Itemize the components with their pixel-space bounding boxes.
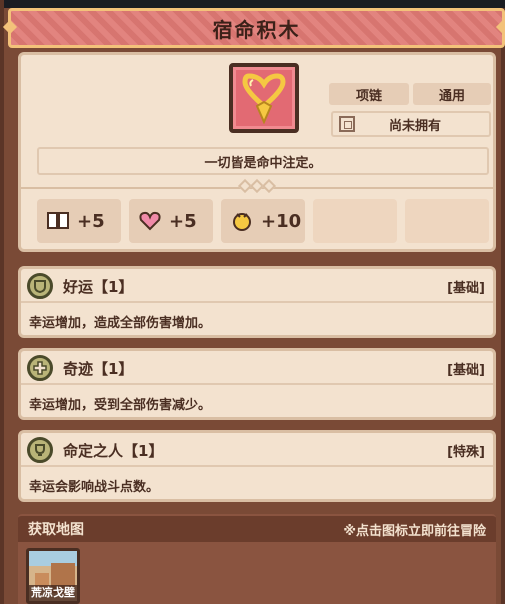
- book-icon: [47, 210, 69, 232]
- stat-value: +5: [169, 210, 197, 232]
- stat-slot-empty: [405, 199, 489, 243]
- map-hint: ※点击图标立即前往冒险: [343, 523, 486, 539]
- effect-type: [特殊]: [447, 445, 485, 460]
- effect-header: 奇迹【1】 [基础]: [21, 351, 493, 385]
- effect-header: 好运【1】 [基础]: [21, 269, 493, 303]
- item-type-tag: 项链: [329, 83, 409, 105]
- effect-header: 命定之人【1】 [特殊]: [21, 433, 493, 467]
- map-header-title: 获取地图: [28, 522, 84, 538]
- item-quote: 一切皆是命中注定。: [37, 147, 489, 175]
- effect-description: 幸运增加，受到全部伤害减少。: [29, 398, 212, 413]
- effect-name: 奇迹【1】: [63, 360, 134, 378]
- stat-value: +10: [261, 210, 302, 232]
- effect-name: 命定之人【1】: [63, 442, 164, 460]
- item-info-panel: 项链 通用 尚未拥有 一切皆是命中注定。 +5 +5 +10: [18, 52, 496, 252]
- banner-corner-left: [2, 19, 18, 35]
- map-location-desert[interactable]: 荒凉戈壁: [26, 548, 80, 604]
- effect-description: 幸运会影响战斗点数。: [29, 480, 160, 495]
- stat-slot-empty: [313, 199, 397, 243]
- stat-slot-book[interactable]: +5: [37, 199, 121, 243]
- effect-card: 命定之人【1】 [特殊] 幸运会影响战斗点数。: [18, 430, 496, 502]
- item-detail-window: 宿命积木 项链 通用 尚未拥有 一切皆是命中注定。 +5 +5 +10 好运【1…: [0, 0, 505, 604]
- golden-heart-necklace-icon: [229, 63, 299, 133]
- map-location-label: 荒凉戈壁: [29, 585, 77, 601]
- luck-shield-icon: [27, 273, 53, 299]
- effect-type: [基础]: [447, 281, 485, 296]
- owned-status-text: 尚未拥有: [389, 118, 442, 134]
- item-title: 宿命积木: [212, 17, 301, 42]
- map-list: 荒凉戈壁: [18, 542, 496, 604]
- effect-card: 好运【1】 [基础] 幸运增加，造成全部伤害增加。: [18, 266, 496, 338]
- map-section-header: 获取地图 ※点击图标立即前往冒险: [18, 514, 496, 542]
- title-banner: 宿命积木: [2, 8, 505, 48]
- clover-icon: [231, 210, 253, 232]
- banner-corner-right: [495, 19, 505, 35]
- owned-status: 尚未拥有: [331, 111, 491, 137]
- effect-type: [基础]: [447, 363, 485, 378]
- divider-ornament: [235, 178, 279, 194]
- cross-plus-icon: [27, 355, 53, 381]
- stat-slot-heart[interactable]: +5: [129, 199, 213, 243]
- inventory-box-icon: [339, 116, 355, 132]
- stat-value: +5: [77, 210, 105, 232]
- effect-card: 奇迹【1】 [基础] 幸运增加，受到全部伤害减少。: [18, 348, 496, 420]
- item-scope-tag: 通用: [413, 83, 491, 105]
- effect-description: 幸运增加，造成全部伤害增加。: [29, 316, 212, 331]
- heart-icon: [139, 210, 161, 232]
- destiny-cup-icon: [27, 437, 53, 463]
- stat-slot-clover[interactable]: +10: [221, 199, 305, 243]
- top-strip: [4, 0, 505, 8]
- effect-name: 好运【1】: [63, 278, 134, 296]
